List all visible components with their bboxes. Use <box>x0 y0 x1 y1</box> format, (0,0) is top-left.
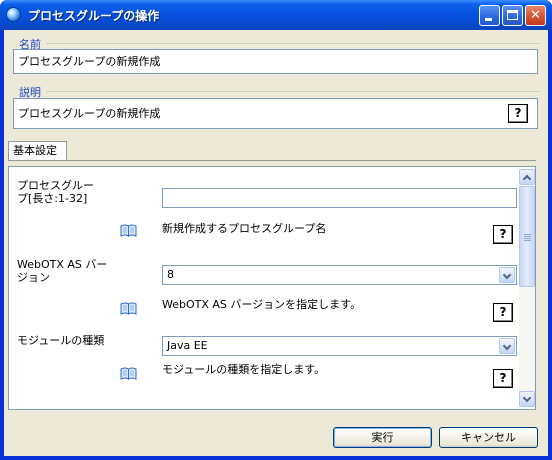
process-group-name-label-line1: プロセスグルー <box>17 179 94 192</box>
description-field[interactable]: プロセスグループの新規作成 <box>13 98 538 129</box>
window-title: プロセスグループの操作 <box>28 9 160 23</box>
run-button[interactable]: 実行 <box>333 427 432 448</box>
grip-line <box>524 240 531 241</box>
tab-basic-settings[interactable]: 基本設定 <box>8 141 67 160</box>
tab-strip-line <box>8 160 536 161</box>
window-frame-bottom <box>0 456 552 460</box>
open-book-icon <box>120 302 137 315</box>
open-book-icon <box>120 367 137 380</box>
webotx-version-dropdown-button[interactable] <box>499 267 515 283</box>
app-globe-icon <box>6 7 21 22</box>
maximize-button[interactable] <box>502 5 523 26</box>
webotx-version-value: 8 <box>167 268 174 281</box>
module-type-select[interactable]: Java EE <box>162 336 517 356</box>
title-bar[interactable]: プロセスグループの操作 ✕ <box>0 0 552 30</box>
scroll-up-button[interactable] <box>519 169 535 185</box>
module-type-value: Java EE <box>167 339 208 352</box>
process-group-name-help-button[interactable]: ? <box>493 225 513 244</box>
chevron-up-icon <box>522 174 532 184</box>
module-type-label: モジュールの種類 <box>17 334 105 347</box>
module-type-help-button[interactable]: ? <box>493 369 513 388</box>
chevron-down-icon <box>522 393 532 403</box>
cancel-button[interactable]: キャンセル <box>439 427 538 448</box>
description-help-button[interactable]: ? <box>508 104 528 123</box>
description-group-divider <box>46 91 540 92</box>
maximize-icon <box>507 10 518 20</box>
help-question-icon: ? <box>514 106 522 120</box>
chevron-down-icon <box>502 341 512 351</box>
webotx-version-label-line2: ジョン <box>17 271 50 284</box>
chevron-down-icon <box>502 270 512 280</box>
close-icon: ✕ <box>530 8 541 23</box>
grip-line <box>524 234 531 235</box>
process-group-name-description: 新規作成するプロセスグループ名 <box>162 222 327 235</box>
webotx-version-description: WebOTX AS バージョンを指定します。 <box>162 298 362 311</box>
webotx-version-select[interactable]: 8 <box>162 265 517 285</box>
open-book-icon <box>120 224 137 237</box>
module-type-dropdown-button[interactable] <box>499 338 515 354</box>
process-group-name-label-line2: プ[長さ:1-32] <box>17 192 88 205</box>
scroll-thumb[interactable] <box>519 186 535 287</box>
webotx-version-help-button[interactable]: ? <box>493 303 513 322</box>
grip-line <box>524 238 531 239</box>
webotx-version-label-line1: WebOTX AS バー <box>17 258 108 271</box>
settings-panel: プロセスグルー プ[長さ:1-32] 新規作成するプロセスグループ名 ? Web… <box>8 166 536 410</box>
scroll-down-button[interactable] <box>519 391 535 407</box>
close-button[interactable]: ✕ <box>525 5 546 26</box>
panel-scrollbar[interactable] <box>519 169 535 407</box>
name-field[interactable]: プロセスグループの新規作成 <box>13 49 538 74</box>
module-type-description: モジュールの種類を指定します。 <box>162 363 326 376</box>
dialog-window: プロセスグループの操作 ✕ 名前 プロセスグループの新規作成 説明 プロセスグル… <box>0 0 552 460</box>
help-question-icon: ? <box>499 227 507 241</box>
minimize-button[interactable] <box>479 5 500 26</box>
grip-line <box>524 236 531 237</box>
help-question-icon: ? <box>499 305 507 319</box>
minimize-icon <box>485 18 492 21</box>
help-question-icon: ? <box>499 371 507 385</box>
name-group-divider <box>46 43 540 44</box>
window-frame-right <box>548 30 552 460</box>
process-group-name-input[interactable] <box>162 188 517 208</box>
